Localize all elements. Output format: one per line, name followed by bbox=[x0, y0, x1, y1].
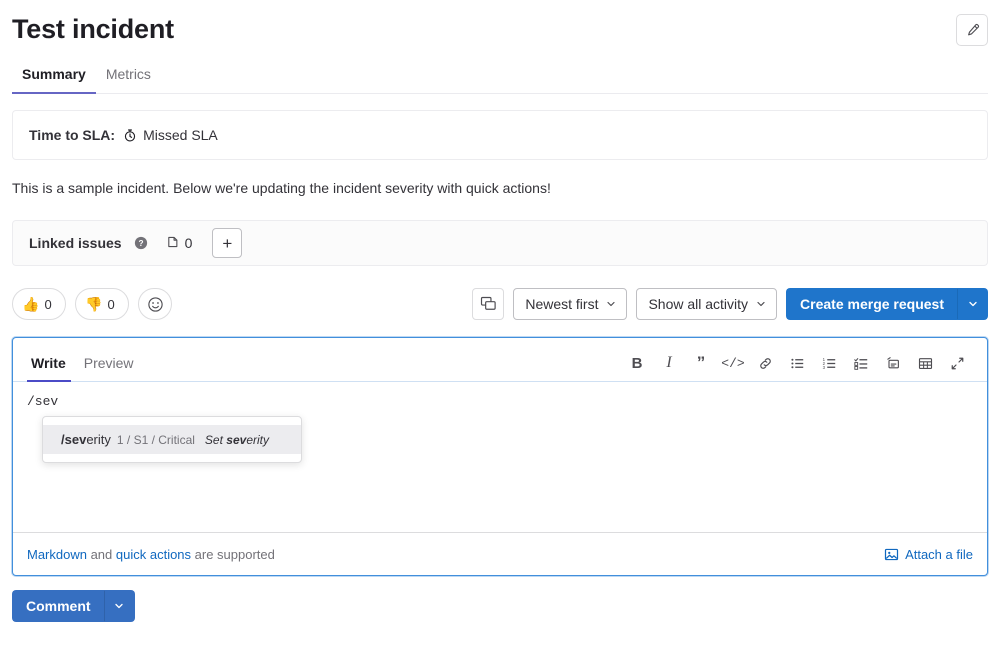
numbered-list-button[interactable]: 1 2 3 bbox=[813, 349, 845, 377]
code-button[interactable]: </> bbox=[717, 349, 749, 377]
tab-summary[interactable]: Summary bbox=[12, 60, 96, 93]
svg-text:?: ? bbox=[138, 238, 143, 248]
quick-actions-link[interactable]: quick actions bbox=[116, 547, 191, 562]
comment-typed-text: /sev bbox=[27, 393, 973, 411]
autocomplete-aliases: 1 / S1 / Critical bbox=[117, 433, 195, 447]
comment-dropdown-toggle[interactable] bbox=[105, 590, 135, 622]
sort-dropdown[interactable]: Newest first bbox=[513, 288, 627, 320]
sort-dropdown-label: Newest first bbox=[525, 296, 598, 312]
chevron-down-icon bbox=[605, 298, 617, 310]
collapsible-section-button[interactable] bbox=[877, 349, 909, 377]
activity-filter-label: Show all activity bbox=[648, 296, 748, 312]
sla-label: Time to SLA: bbox=[29, 125, 115, 145]
activity-actions-bar: 👍 0 👎 0 bbox=[12, 288, 988, 320]
attach-file-button[interactable]: Attach a file bbox=[884, 547, 973, 562]
pencil-icon bbox=[965, 23, 980, 38]
quote-icon: ” bbox=[697, 358, 706, 368]
comment-button-group: Comment bbox=[12, 590, 988, 622]
smiley-face-icon bbox=[147, 296, 164, 313]
create-merge-request-dropdown-toggle[interactable] bbox=[958, 288, 988, 320]
code-icon: </> bbox=[721, 357, 744, 370]
thumbs-down-icon: 👎 bbox=[85, 297, 102, 311]
thumbs-down-button[interactable]: 👎 0 bbox=[75, 288, 129, 320]
activity-filter-dropdown[interactable]: Show all activity bbox=[636, 288, 777, 320]
autocomplete-description: Set severity bbox=[205, 433, 269, 447]
bullet-list-icon bbox=[790, 356, 805, 371]
attach-file-label: Attach a file bbox=[905, 547, 973, 562]
add-linked-issue-button[interactable]: + bbox=[212, 228, 242, 258]
activity-controls: Newest first Show all activity Create me… bbox=[472, 288, 988, 320]
italic-button[interactable]: I bbox=[653, 349, 685, 377]
collapsible-section-icon bbox=[886, 356, 901, 371]
link-icon bbox=[758, 356, 773, 371]
italic-icon: I bbox=[666, 355, 671, 371]
award-emoji-group: 👍 0 👎 0 bbox=[12, 288, 172, 320]
sla-value: Missed SLA bbox=[143, 125, 218, 145]
bold-button[interactable]: B bbox=[621, 349, 653, 377]
chevron-down-icon bbox=[755, 298, 767, 310]
toggle-comments-button[interactable] bbox=[472, 288, 504, 320]
linked-issues-count: 0 bbox=[166, 235, 193, 252]
chevron-down-icon bbox=[967, 298, 979, 310]
issue-type-icon bbox=[166, 235, 180, 252]
editor-footer: Markdown and quick actions are supported… bbox=[13, 532, 987, 575]
numbered-list-icon: 1 2 3 bbox=[822, 356, 837, 371]
incident-description: This is a sample incident. Below we're u… bbox=[12, 178, 988, 198]
table-button[interactable] bbox=[909, 349, 941, 377]
fullscreen-icon bbox=[950, 356, 965, 371]
incident-page: Test incident Summary Metrics Time to SL… bbox=[0, 0, 1000, 655]
task-list-icon bbox=[854, 356, 869, 371]
editor-tab-preview[interactable]: Preview bbox=[75, 351, 143, 381]
comment-button[interactable]: Comment bbox=[12, 590, 105, 622]
svg-text:3: 3 bbox=[822, 364, 825, 369]
markdown-link[interactable]: Markdown bbox=[27, 547, 87, 562]
quote-button[interactable]: ” bbox=[685, 349, 717, 377]
task-list-button[interactable] bbox=[845, 349, 877, 377]
editor-help-text: Markdown and quick actions are supported bbox=[27, 547, 275, 562]
add-reaction-button[interactable] bbox=[138, 288, 172, 320]
fullscreen-button[interactable] bbox=[941, 349, 973, 377]
incident-tabs: Summary Metrics bbox=[12, 60, 988, 94]
edit-title-button[interactable] bbox=[956, 14, 988, 46]
quick-action-autocomplete: /severity 1 / S1 / Critical Set severity bbox=[42, 416, 302, 463]
autocomplete-item-severity[interactable]: /severity 1 / S1 / Critical Set severity bbox=[43, 425, 301, 454]
timer-icon bbox=[123, 128, 137, 142]
autocomplete-command: /severity bbox=[61, 432, 111, 447]
comment-textarea-area[interactable]: /sev /severity 1 / S1 / Critical Set sev… bbox=[13, 382, 987, 532]
create-merge-request-split-button: Create merge request bbox=[786, 288, 988, 320]
chevron-down-icon bbox=[113, 600, 125, 612]
thumbs-up-button[interactable]: 👍 0 bbox=[12, 288, 66, 320]
linked-issues-count-value: 0 bbox=[185, 235, 193, 251]
create-merge-request-button[interactable]: Create merge request bbox=[786, 288, 958, 320]
thumbs-up-icon: 👍 bbox=[22, 297, 39, 311]
page-title: Test incident bbox=[12, 12, 174, 46]
link-button[interactable] bbox=[749, 349, 781, 377]
thumbs-down-count: 0 bbox=[107, 297, 114, 312]
linked-issues-title: Linked issues bbox=[29, 235, 122, 251]
question-circle-icon[interactable]: ? bbox=[134, 236, 148, 250]
bold-icon: B bbox=[632, 356, 643, 371]
sla-card: Time to SLA: Missed SLA bbox=[12, 110, 988, 160]
editor-tab-write[interactable]: Write bbox=[27, 351, 75, 381]
comment-editor: Write Preview B I ” </> bbox=[12, 337, 988, 576]
linked-issues-card: Linked issues ? 0 + bbox=[12, 220, 988, 266]
tab-metrics[interactable]: Metrics bbox=[96, 60, 161, 93]
thumbs-up-count: 0 bbox=[44, 297, 51, 312]
bullet-list-button[interactable] bbox=[781, 349, 813, 377]
image-icon bbox=[884, 547, 899, 562]
editor-header: Write Preview B I ” </> bbox=[13, 338, 987, 382]
table-icon bbox=[918, 356, 933, 371]
comments-icon bbox=[480, 296, 497, 313]
page-header: Test incident bbox=[12, 0, 988, 46]
markdown-toolbar: B I ” </> bbox=[621, 349, 973, 381]
